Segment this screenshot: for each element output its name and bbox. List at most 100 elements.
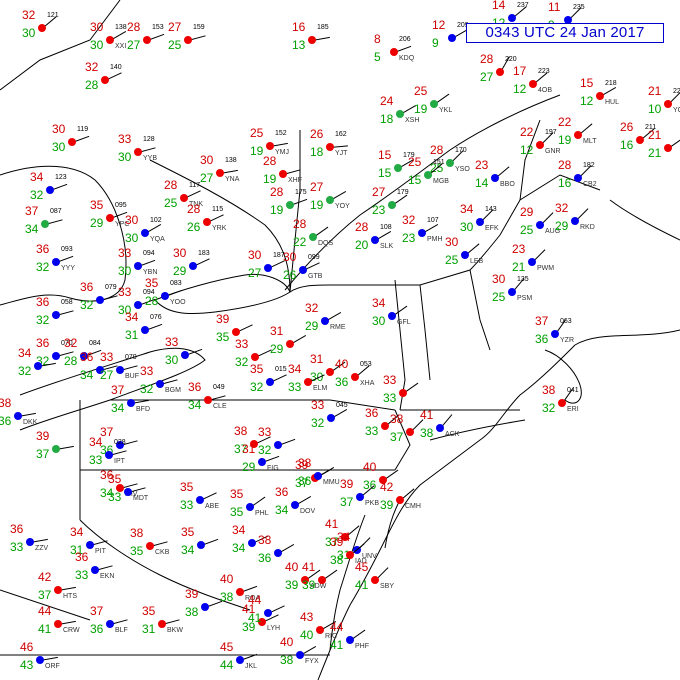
sky-cover-icon [106, 36, 114, 44]
dewpoint-value: 32 [18, 364, 32, 378]
sky-cover-icon [394, 164, 402, 172]
station-id: ERI [567, 406, 579, 413]
sky-cover-icon [571, 217, 579, 225]
station-id: BLF [115, 627, 128, 634]
temperature-value: 28 [263, 154, 277, 168]
dewpoint-value: 33 [288, 380, 302, 394]
sky-cover-icon [101, 76, 109, 84]
dewpoint-value: 12 [580, 94, 594, 108]
temperature-value: 34 [460, 202, 474, 216]
station-id: SBY [380, 583, 395, 590]
pressure-value: 028 [114, 439, 126, 446]
temperature-value: 33 [311, 398, 325, 412]
sky-cover-icon [181, 351, 189, 359]
dewpoint-value: 9 [432, 36, 439, 50]
dewpoint-value: 16 [558, 176, 572, 190]
pressure-value: 015 [275, 366, 287, 373]
pressure-value: 041 [567, 387, 579, 394]
dewpoint-value: 34 [275, 503, 289, 517]
station-id: EFK [485, 225, 499, 232]
dewpoint-value: 15 [378, 166, 392, 180]
temperature-value: 39 [340, 477, 354, 491]
sky-cover-icon [106, 214, 114, 222]
sky-cover-icon [551, 330, 559, 338]
sky-cover-icon [54, 620, 62, 628]
dewpoint-value: 13 [292, 38, 306, 52]
temperature-value: 35 [181, 525, 195, 539]
sky-cover-icon [286, 340, 294, 348]
sky-cover-icon [184, 36, 192, 44]
dewpoint-value: 35 [216, 330, 230, 344]
pressure-value: 170 [455, 147, 467, 154]
pressure-value: 183 [198, 250, 210, 257]
temperature-value: 27 [168, 20, 182, 34]
dewpoint-value: 29 [305, 319, 319, 333]
sky-cover-icon [134, 262, 142, 270]
pressure-value: 152 [275, 130, 287, 137]
station-id: PHL [255, 510, 269, 517]
station-id: CMH [405, 503, 421, 510]
dewpoint-value: 33 [75, 568, 89, 582]
temperature-value: 28 [164, 178, 178, 192]
sky-cover-icon [232, 328, 240, 336]
temperature-value: 40 [285, 560, 299, 574]
temperature-value: 37 [25, 204, 39, 218]
temperature-value: 44 [248, 593, 262, 607]
pressure-value: 138 [115, 24, 127, 31]
sky-cover-icon [308, 36, 316, 44]
dewpoint-value: 30 [118, 150, 132, 164]
sky-cover-icon [180, 194, 188, 202]
sky-cover-icon [327, 414, 335, 422]
temperature-value: 35 [142, 604, 156, 618]
dewpoint-value: 28 [64, 354, 78, 368]
temperature-value: 36 [275, 485, 289, 499]
temperature-value: 38 [130, 526, 144, 540]
temperature-value: 30 [248, 248, 262, 262]
sky-cover-icon [91, 566, 99, 574]
temperature-value: 25 [408, 155, 422, 169]
sky-cover-icon [528, 258, 536, 266]
sky-cover-icon [266, 142, 274, 150]
dewpoint-value: 37 [390, 430, 404, 444]
temperature-value: 41 [420, 408, 434, 422]
temperature-value: 34 [18, 346, 32, 360]
pressure-value: 117 [189, 182, 201, 189]
dewpoint-value: 21 [512, 260, 526, 274]
dewpoint-value: 33 [89, 453, 103, 467]
dewpoint-value: 39 [302, 578, 316, 592]
temperature-value: 28 [187, 202, 201, 216]
dewpoint-value: 25 [520, 223, 534, 237]
dewpoint-value: 25 [164, 196, 178, 210]
pressure-value: 095 [115, 202, 127, 209]
temperature-value: 32 [64, 336, 78, 350]
temperature-value: 31 [242, 442, 256, 456]
dewpoint-value: 23 [372, 203, 386, 217]
pressure-value: 102 [150, 217, 162, 224]
sky-cover-icon [346, 551, 354, 559]
temperature-value: 21 [648, 84, 662, 98]
pressure-value: 093 [61, 246, 73, 253]
station-id: CKB [155, 549, 170, 556]
sky-cover-icon [321, 317, 329, 325]
temperature-value: 40 [220, 572, 234, 586]
station-id: RME [330, 324, 346, 331]
dewpoint-value: 36 [335, 375, 349, 389]
dewpoint-value: 36 [298, 474, 312, 488]
temperature-value: 37 [535, 314, 549, 328]
dewpoint-value: 25 [445, 253, 459, 267]
dewpoint-value: 33 [108, 490, 122, 504]
pressure-value: 115 [212, 206, 224, 213]
temperature-value: 15 [580, 76, 594, 90]
dewpoint-value: 31 [125, 328, 139, 342]
temperature-value: 38 [542, 383, 556, 397]
dewpoint-value: 19 [263, 172, 277, 186]
sky-cover-icon [264, 264, 272, 272]
sky-cover-icon [134, 148, 142, 156]
dewpoint-value: 44 [220, 658, 234, 672]
pressure-value: 227 [673, 88, 680, 95]
sky-cover-icon [161, 292, 169, 300]
dewpoint-value: 36 [90, 622, 104, 636]
dewpoint-value: 5 [374, 50, 381, 64]
sky-cover-icon [197, 541, 205, 549]
sky-cover-icon [356, 493, 364, 501]
